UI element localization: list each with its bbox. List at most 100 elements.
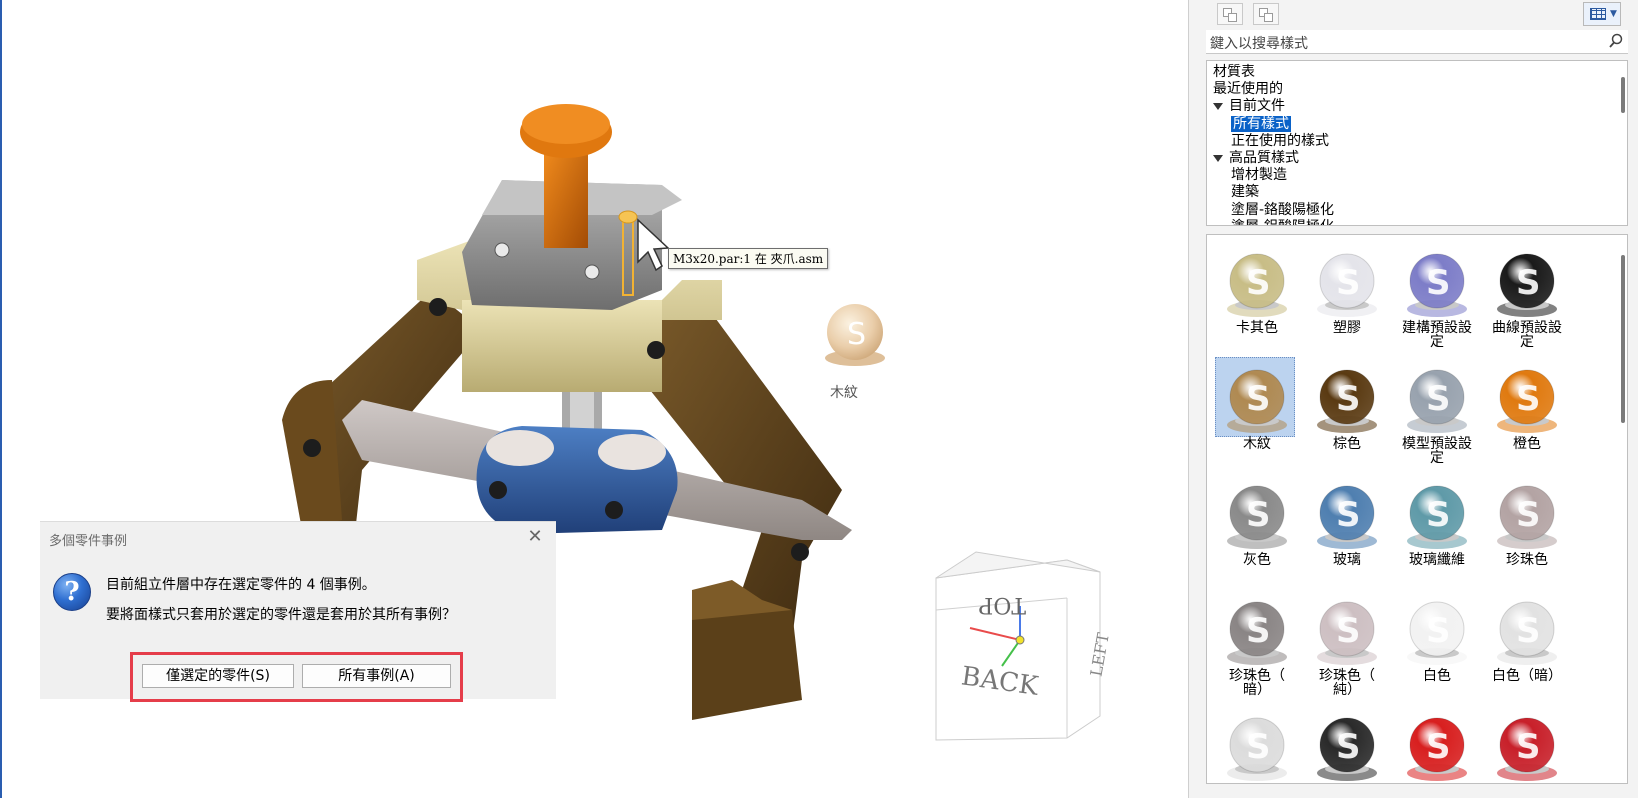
material-label: 白色（暗）	[1484, 669, 1570, 683]
material-label-line1: 白色（暗）	[1492, 668, 1562, 684]
view-cube[interactable]: TOP BACK LEFT	[935, 551, 1113, 741]
svg-text:S: S	[1336, 263, 1361, 303]
material-tile[interactable]: S 玻璃	[1304, 473, 1390, 583]
material-tile[interactable]: S 白色（暗）	[1484, 589, 1570, 699]
material-tile[interactable]: S 橙色	[1484, 357, 1570, 467]
tree-item[interactable]: 目前文件	[1213, 97, 1285, 115]
material-label-line1: 白色	[1423, 668, 1451, 684]
material-tile[interactable]: S 模型預設設定	[1394, 357, 1480, 467]
material-sphere-icon: S	[1317, 485, 1377, 549]
face-style-panel: ▼ 鍵入以搜尋樣式 材質表 最近使用的 目前文件 所有樣式 正在使用的樣式 高品質樣式 增材…	[1188, 0, 1638, 798]
material-tile[interactable]: S	[1304, 705, 1390, 783]
view-mode-dropdown[interactable]: ▼	[1583, 2, 1621, 26]
tree-item[interactable]: 正在使用的樣式	[1231, 132, 1329, 150]
material-sphere-icon: S	[1497, 253, 1557, 317]
chevron-down-icon: ▼	[1610, 9, 1617, 19]
svg-text:S: S	[1516, 727, 1541, 767]
material-tile[interactable]: S 曲線預設設定	[1484, 241, 1570, 351]
material-label: 棕色	[1304, 437, 1390, 451]
svg-text:S: S	[1516, 263, 1541, 303]
panel-toolbar-button-1[interactable]	[1217, 3, 1243, 25]
tree-scrollbar[interactable]	[1621, 77, 1625, 113]
material-tile[interactable]: S 珍珠色（ 暗）	[1214, 589, 1300, 699]
material-label-line1: 建構預設設	[1402, 320, 1472, 336]
material-sphere-icon: S	[1407, 601, 1467, 665]
tree-item-label: 高品質樣式	[1229, 150, 1299, 166]
tree-item[interactable]: 增材製造	[1231, 166, 1287, 184]
material-label-line1: 玻璃纖維	[1409, 552, 1465, 568]
material-label-line1: 珍珠色（	[1229, 668, 1285, 684]
material-label-line1: 灰色	[1243, 552, 1271, 568]
expand-triangle-icon[interactable]	[1213, 102, 1223, 110]
close-icon[interactable]: ✕	[524, 526, 546, 548]
tree-item[interactable]: 建築	[1231, 183, 1259, 201]
material-sphere-icon: S	[1497, 485, 1557, 549]
material-tile[interactable]: S 玻璃纖維	[1394, 473, 1480, 583]
material-sphere-icon: S	[1227, 601, 1287, 665]
style-category-tree[interactable]: 材質表 最近使用的 目前文件 所有樣式 正在使用的樣式 高品質樣式 增材製造 建築 塗層-鉻酸陽…	[1206, 60, 1628, 226]
svg-text:S: S	[1426, 611, 1451, 651]
tree-item[interactable]: 最近使用的	[1213, 80, 1283, 98]
svg-text:S: S	[1246, 495, 1271, 535]
material-tile[interactable]: S	[1214, 705, 1300, 783]
material-tile[interactable]: S 塑膠	[1304, 241, 1390, 351]
material-sphere-icon: S	[1227, 485, 1287, 549]
svg-text:S: S	[1426, 263, 1451, 303]
search-placeholder: 鍵入以搜尋樣式	[1210, 36, 1308, 52]
tree-item[interactable]: 所有樣式	[1231, 115, 1291, 133]
expand-triangle-icon[interactable]	[1213, 154, 1223, 162]
svg-text:S: S	[1426, 727, 1451, 767]
gallery-scrollbar[interactable]	[1621, 255, 1625, 423]
material-tile[interactable]: S 卡其色	[1214, 241, 1300, 351]
material-tile[interactable]: S 木紋	[1214, 357, 1300, 467]
material-label-line2: 純）	[1333, 682, 1361, 698]
material-tile[interactable]: S 建構預設設定	[1394, 241, 1480, 351]
tree-item[interactable]: 材質表	[1213, 63, 1255, 81]
material-tile[interactable]: S 白色	[1394, 589, 1480, 699]
material-sphere-icon: S	[1407, 253, 1467, 317]
tree-item[interactable]: 塗層-鋁酸陽極化	[1231, 218, 1334, 225]
material-sphere-icon: S	[1227, 369, 1287, 433]
material-tile[interactable]: S 珍珠色（ 純）	[1304, 589, 1390, 699]
material-sphere-icon: S	[1407, 717, 1467, 781]
tree-item[interactable]: 塗層-鉻酸陽極化	[1231, 201, 1334, 219]
material-label: 建構預設設定	[1394, 321, 1480, 349]
svg-text:S: S	[1246, 263, 1271, 303]
dialog-message-line1: 目前組立件層中存在選定零件的 4 個事例。	[106, 577, 376, 593]
material-label-line2: 定	[1430, 450, 1444, 466]
dragged-material-icon: S	[825, 304, 885, 366]
tree-item-label: 最近使用的	[1213, 81, 1283, 98]
material-tile[interactable]: S	[1394, 705, 1480, 783]
tree-item[interactable]: 高品質樣式	[1213, 149, 1299, 167]
material-label: 珍珠色（ 純）	[1304, 669, 1390, 697]
material-label-line2: 定	[1520, 334, 1534, 350]
tree-item-label: 增材製造	[1231, 167, 1287, 184]
svg-text:S: S	[1246, 379, 1271, 419]
grid-view-icon	[1590, 8, 1606, 20]
material-label: 白色	[1394, 669, 1480, 683]
material-label: 橙色	[1484, 437, 1570, 451]
tree-item-label: 建築	[1231, 184, 1259, 201]
material-label-line1: 木紋	[1243, 436, 1271, 452]
style-search-input[interactable]: 鍵入以搜尋樣式	[1206, 30, 1628, 54]
material-sphere-icon: S	[1407, 485, 1467, 549]
material-sphere-icon: S	[1497, 369, 1557, 433]
material-tile[interactable]: S 灰色	[1214, 473, 1300, 583]
material-label-line1: 卡其色	[1236, 320, 1278, 336]
tree-item-label: 所有樣式	[1231, 115, 1291, 132]
svg-text:S: S	[1336, 727, 1361, 767]
material-tile[interactable]: S 珍珠色	[1484, 473, 1570, 583]
part-tooltip: M3x20.par:1 在 夾爪.asm	[668, 248, 829, 269]
material-label: 模型預設設定	[1394, 437, 1480, 465]
svg-text:S: S	[1516, 379, 1541, 419]
panel-toolbar-button-2[interactable]	[1253, 3, 1279, 25]
svg-text:S: S	[1516, 611, 1541, 651]
svg-text:S: S	[1516, 495, 1541, 535]
material-label: 灰色	[1214, 553, 1300, 567]
search-icon[interactable]	[1608, 33, 1624, 49]
material-label: 塑膠	[1304, 321, 1390, 335]
material-tile[interactable]: S 棕色	[1304, 357, 1390, 467]
material-tile[interactable]: S	[1484, 705, 1570, 783]
material-gallery[interactable]: S 卡其色 S 塑膠 S 建構預設設定 S 曲線預設設定 S 木紋 S 棕色 S 模型預設設定 S 橙色 S 灰色…	[1206, 234, 1628, 784]
viewcube-top-face[interactable]: TOP	[978, 592, 1026, 617]
